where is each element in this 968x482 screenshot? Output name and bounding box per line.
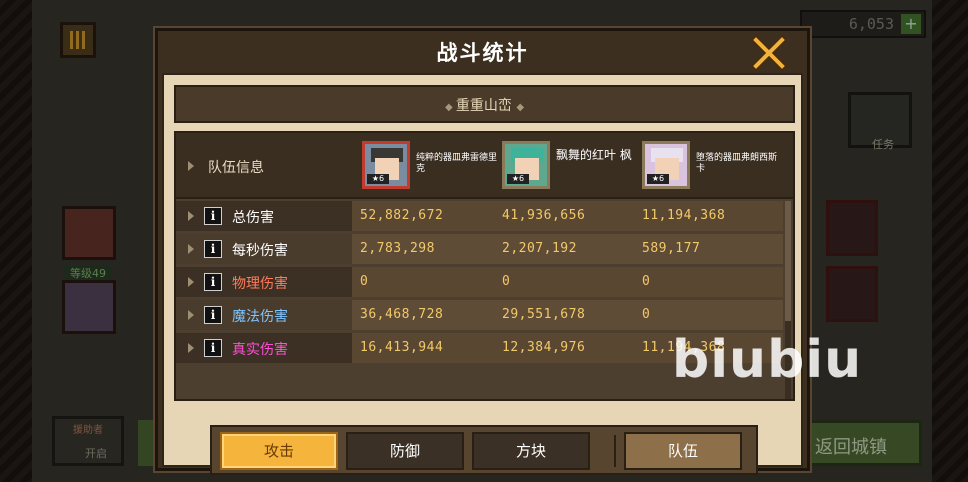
hero-name: 堕落的器皿弗朗西斯卡 bbox=[696, 153, 778, 174]
stat-value: 0 bbox=[642, 307, 651, 322]
scroll-thumb[interactable] bbox=[785, 201, 791, 321]
row-label: 每秒伤害 bbox=[232, 243, 288, 259]
tab-block[interactable]: 方块 bbox=[472, 432, 590, 470]
stat-value: 41,936,656 bbox=[502, 208, 586, 223]
watermark: biubiu bbox=[672, 330, 863, 390]
stat-row-magic-damage: i 魔法伤害 36,468,728 29,551,678 0 bbox=[176, 300, 783, 330]
stat-value: 0 bbox=[642, 274, 651, 289]
stat-row-physical-damage: i 物理伤害 0 0 0 bbox=[176, 267, 783, 297]
avatar[interactable] bbox=[62, 280, 116, 334]
diamond-icon: ◆ bbox=[516, 102, 525, 113]
stat-value: 589,177 bbox=[642, 241, 701, 256]
arrow-right-icon bbox=[188, 244, 194, 254]
stat-value: 52,882,672 bbox=[360, 208, 444, 223]
close-icon[interactable] bbox=[751, 35, 787, 71]
tab-defense[interactable]: 防御 bbox=[346, 432, 464, 470]
tab-attack[interactable]: 攻击 bbox=[220, 432, 338, 470]
arrow-right-icon bbox=[188, 310, 194, 320]
row-label: 总伤害 bbox=[232, 210, 274, 226]
currency-value: 6,053 bbox=[848, 15, 894, 33]
tab-team[interactable]: 队伍 bbox=[624, 432, 742, 470]
hero-name: 飘舞的红叶 枫 bbox=[556, 148, 632, 162]
dialog-title: 战斗统计 bbox=[436, 41, 529, 65]
hero-portrait[interactable]: ★6 bbox=[502, 141, 550, 189]
battle-stats-dialog: 战斗统计 ◆ 重重山峦 ◆ 队伍信息 ★6 纯粹的器皿弗雷德里克 ★6 飘舞的红… bbox=[155, 28, 810, 475]
stat-value: 11,194,368 bbox=[642, 208, 726, 223]
helper-label: 援助者 bbox=[73, 425, 103, 436]
star-badge: ★6 bbox=[367, 174, 389, 184]
hero-column-2[interactable]: ★6 飘舞的红叶 枫 bbox=[502, 141, 642, 191]
arrow-right-icon bbox=[188, 161, 194, 171]
game-screen: 6,053 + 等级49 任务 援助者 开启 返回城镇 战斗统计 ◆ 重重山峦 bbox=[0, 0, 968, 482]
stat-value: 0 bbox=[360, 274, 369, 289]
tab-divider bbox=[614, 435, 616, 467]
row-label: 物理伤害 bbox=[232, 276, 288, 292]
stat-value: 36,468,728 bbox=[360, 307, 444, 322]
row-label: 魔法伤害 bbox=[232, 309, 288, 325]
stats-tabs: 攻击 防御 方块 队伍 bbox=[210, 425, 758, 475]
stat-row-dps: i 每秒伤害 2,783,298 2,207,192 589,177 bbox=[176, 234, 783, 264]
row-label: 真实伤害 bbox=[232, 342, 288, 358]
info-icon[interactable]: i bbox=[204, 240, 222, 258]
task-label: 任务 bbox=[872, 138, 894, 151]
hero-column-3[interactable]: ★6 堕落的器皿弗朗西斯卡 bbox=[642, 141, 782, 191]
stat-value: 2,783,298 bbox=[360, 241, 435, 256]
currency-display: 6,053 + bbox=[800, 10, 926, 38]
info-icon[interactable]: i bbox=[204, 339, 222, 357]
star-badge: ★6 bbox=[647, 174, 669, 184]
stage-name-text: 重重山峦 bbox=[455, 98, 512, 114]
locked-slot[interactable] bbox=[826, 200, 878, 256]
hero-name: 纯粹的器皿弗雷德里克 bbox=[416, 153, 498, 174]
arrow-right-icon bbox=[188, 211, 194, 221]
return-to-town-button[interactable]: 返回城镇 bbox=[800, 420, 922, 466]
stat-value: 12,384,976 bbox=[502, 340, 586, 355]
helper-open-label: 开启 bbox=[85, 447, 107, 460]
hero-slot[interactable] bbox=[826, 266, 878, 322]
arrow-right-icon bbox=[188, 277, 194, 287]
info-icon[interactable]: i bbox=[204, 207, 222, 225]
team-header-row: 队伍信息 ★6 纯粹的器皿弗雷德里克 ★6 飘舞的红叶 枫 ★6 堕落的器皿弗朗… bbox=[176, 133, 793, 199]
info-icon[interactable]: i bbox=[204, 306, 222, 324]
stage-name: ◆ 重重山峦 ◆ bbox=[176, 95, 793, 115]
stat-value: 2,207,192 bbox=[502, 241, 577, 256]
add-currency-button[interactable]: + bbox=[901, 14, 921, 34]
diamond-icon: ◆ bbox=[444, 102, 456, 113]
stats-icon[interactable] bbox=[60, 22, 96, 58]
info-icon[interactable]: i bbox=[204, 273, 222, 291]
stat-value: 29,551,678 bbox=[502, 307, 586, 322]
helper-button[interactable]: 援助者 开启 bbox=[52, 416, 124, 466]
star-badge: ★6 bbox=[507, 174, 529, 184]
stat-value: 0 bbox=[502, 274, 511, 289]
stat-row-total-damage: i 总伤害 52,882,672 41,936,656 11,194,368 bbox=[176, 201, 783, 231]
stat-value: 16,413,944 bbox=[360, 340, 444, 355]
team-info-label: 队伍信息 bbox=[208, 160, 264, 176]
dialog-body: ◆ 重重山峦 ◆ 队伍信息 ★6 纯粹的器皿弗雷德里克 ★6 飘舞的红叶 枫 ★… bbox=[162, 73, 803, 475]
hero-portrait[interactable]: ★6 bbox=[642, 141, 690, 189]
arrow-right-icon bbox=[188, 343, 194, 353]
hero-column-1[interactable]: ★6 纯粹的器皿弗雷德里克 bbox=[362, 141, 502, 191]
stage-bar: ◆ 重重山峦 ◆ bbox=[174, 85, 795, 123]
avatar[interactable] bbox=[62, 206, 116, 260]
hero-portrait[interactable]: ★6 bbox=[362, 141, 410, 189]
return-label: 返回城镇 bbox=[815, 437, 887, 458]
